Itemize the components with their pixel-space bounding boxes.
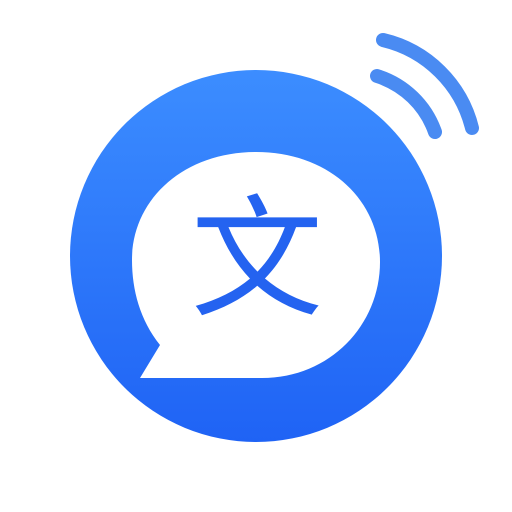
signal-waves-icon [370,33,479,139]
translator-logo: 文 [70,33,479,442]
app-icon: 文 [0,0,512,512]
translate-glyph-icon: 文 [191,183,323,337]
